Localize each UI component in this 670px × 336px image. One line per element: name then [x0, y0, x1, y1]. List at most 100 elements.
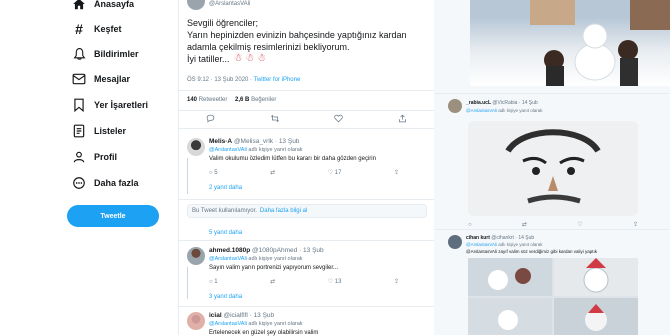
tweet-source[interactable]: Twitter for iPhone [254, 77, 301, 83]
thread-line [187, 267, 188, 299]
reply-handle[interactable]: @1080pAhmed · 13 Şub [252, 247, 324, 254]
reply-icial: icial @icialflfl · 13 Şub @ArslantasVAli… [179, 309, 434, 336]
more-replies[interactable]: 5 yanıt daha [209, 230, 242, 236]
reply-name[interactable]: _rabia.ucL [466, 100, 491, 106]
notice-link[interactable]: Daha fazla bilgi al [260, 208, 307, 214]
reply-name[interactable]: Melis·A [209, 138, 232, 145]
replying-to-suffix: adlı kişiye yanıt olarak [498, 242, 543, 247]
retweet-icon[interactable]: ⇄ [270, 278, 275, 285]
share-icon[interactable] [398, 110, 407, 128]
reply-name[interactable]: cihan kurt [466, 235, 490, 241]
share-icon[interactable]: ⇪ [394, 278, 399, 285]
snowman-face-photo[interactable] [468, 121, 638, 216]
reply-handle[interactable]: @Melisa_vrlk · 13 Şub [234, 138, 299, 145]
like-count[interactable]: 2,6 B [235, 97, 249, 103]
bell-icon [70, 45, 88, 63]
reply-icon[interactable]: ○ [468, 222, 472, 228]
nav-bookmarks[interactable]: Yer İşaretleri [70, 95, 148, 115]
replying-to-handle[interactable]: @ArslantasVAli [466, 108, 497, 113]
snowman-collage-photo[interactable] [468, 258, 638, 335]
reply-header: _rabia.ucL @VicRabia · 14 Şub [466, 100, 538, 106]
bookmark-icon [70, 96, 88, 114]
reply-icon: ○ [209, 278, 213, 285]
nav-notifications[interactable]: Bildirimler [70, 44, 139, 64]
main-tweet-text: Sevgili öğrenciler; Yarın hepinizden evi… [187, 17, 427, 65]
more-icon [70, 174, 88, 192]
reply-actions: ○ 1 ⇄ ♡ 13 ⇪ [209, 278, 399, 286]
replying-to-handle[interactable]: @ArslantasVAli [209, 147, 247, 153]
like-count-group[interactable]: ♡ 13 [328, 278, 342, 285]
reply-ahmed: ahmed.1080p @1080pAhmed · 13 Şub @Arslan… [179, 244, 434, 306]
list-icon [70, 122, 88, 140]
replying-to: @ArslantasVAli adlı kişiye yanıt olarak [209, 321, 303, 327]
nav-home-label: Anasayfa [94, 0, 135, 9]
replying-to-suffix: adlı kişiye yanıt olarak [498, 108, 543, 113]
nav-explore[interactable]: # Keşfet [70, 19, 122, 39]
reply-actions: ○ 5 ⇄ ♡ 17 ⇪ [209, 169, 399, 177]
tweet-line-4-row: İyi tatiller... ☃ ☃ ☃ [187, 53, 427, 65]
nav-bookmarks-label: Yer İşaretleri [94, 100, 149, 110]
retweet-count[interactable]: 140 [187, 97, 197, 103]
nav-more-label: Daha fazla [94, 178, 139, 188]
reply-header: icial @icialflfl · 13 Şub [209, 312, 274, 319]
more-replies[interactable]: 2 yanıt daha [209, 185, 242, 191]
like-icon: ♡ [327, 170, 334, 176]
retweet-icon[interactable] [270, 110, 280, 128]
like-icon[interactable] [334, 110, 343, 128]
nav-messages-label: Mesajlar [94, 74, 131, 84]
reply-icon[interactable] [206, 110, 215, 128]
divider [179, 90, 434, 91]
reply-name[interactable]: icial [209, 312, 222, 319]
main-timeline: @ArslantasVAli Sevgili öğrenciler; Yarın… [178, 0, 435, 336]
nav-profile[interactable]: Profil [70, 147, 117, 167]
reply-handle[interactable]: @icialflfl · 13 Şub [223, 312, 274, 319]
nav-lists[interactable]: Listeler [70, 121, 126, 141]
tweet-line-3: adamla çekilmiş resimlerinizi bekliyorum… [187, 42, 350, 52]
avatar[interactable] [448, 235, 462, 249]
divider [434, 93, 670, 94]
nav-notifications-label: Bildirimler [94, 49, 139, 59]
tweet-line-4: İyi tatiller... [187, 54, 230, 64]
author-avatar[interactable] [187, 0, 205, 10]
nav-more[interactable]: Daha fazla [70, 173, 139, 193]
divider [434, 229, 670, 230]
mail-icon [70, 70, 88, 88]
replying-to: @ArslantasVAli adlı kişiye yanıt olarak [466, 242, 543, 247]
reply-text: Valim okulumu özledim lütfen bu kararı b… [209, 156, 376, 162]
nav-explore-label: Keşfet [94, 24, 122, 34]
reply-handle[interactable]: @VicRabia · 14 Şub [492, 100, 537, 106]
like-label[interactable]: Beğeniler [251, 97, 276, 103]
retweet-icon[interactable]: ⇄ [270, 169, 275, 176]
nav-messages[interactable]: Mesajlar [70, 69, 130, 89]
replying-to-handle[interactable]: @ArslantasVAli [209, 321, 247, 327]
reply-handle[interactable]: @cihankrt · 14 Şub [491, 235, 534, 241]
retweet-icon[interactable]: ⇄ [522, 221, 527, 228]
like-count-group[interactable]: ♡ 17 [328, 169, 342, 176]
reply-count-group[interactable]: ○ 1 [209, 279, 218, 285]
reply-icon: ○ [209, 169, 213, 176]
replying-to-handle[interactable]: @ArslantasVAli [209, 256, 247, 262]
nav-home[interactable]: Anasayfa [70, 0, 134, 14]
avatar[interactable] [187, 247, 205, 265]
more-replies[interactable]: 3 yanıt daha [209, 294, 242, 300]
snowman-photo-1[interactable] [470, 0, 670, 86]
reply-count-group[interactable]: ○ 5 [209, 170, 218, 176]
replying-to-handle[interactable]: @ArslantasVAli [466, 242, 497, 247]
divider [179, 306, 434, 307]
like-icon[interactable]: ♡ [577, 221, 582, 228]
notice-text: Bu Tweet kullanılamıyor. [192, 208, 257, 214]
nav-lists-label: Listeler [94, 126, 127, 136]
avatar[interactable] [448, 99, 462, 113]
retweet-label[interactable]: Retweetler [199, 97, 228, 103]
share-icon[interactable]: ⇪ [633, 221, 638, 228]
avatar[interactable] [187, 312, 205, 330]
tweet-button[interactable]: Tweetle [67, 205, 159, 227]
share-icon[interactable]: ⇪ [394, 169, 399, 176]
like-count: 17 [334, 170, 342, 176]
avatar[interactable] [187, 138, 205, 156]
left-navigation: Anasayfa # Keşfet Bildirimler Mesajlar Y… [0, 0, 178, 335]
divider [179, 199, 434, 200]
tweet-time[interactable]: ÖS 9:12 · 13 Şub 2020 · [187, 77, 254, 83]
reply-name[interactable]: ahmed.1080p [209, 247, 250, 254]
author-handle[interactable]: @ArslantasVAli [209, 1, 250, 7]
